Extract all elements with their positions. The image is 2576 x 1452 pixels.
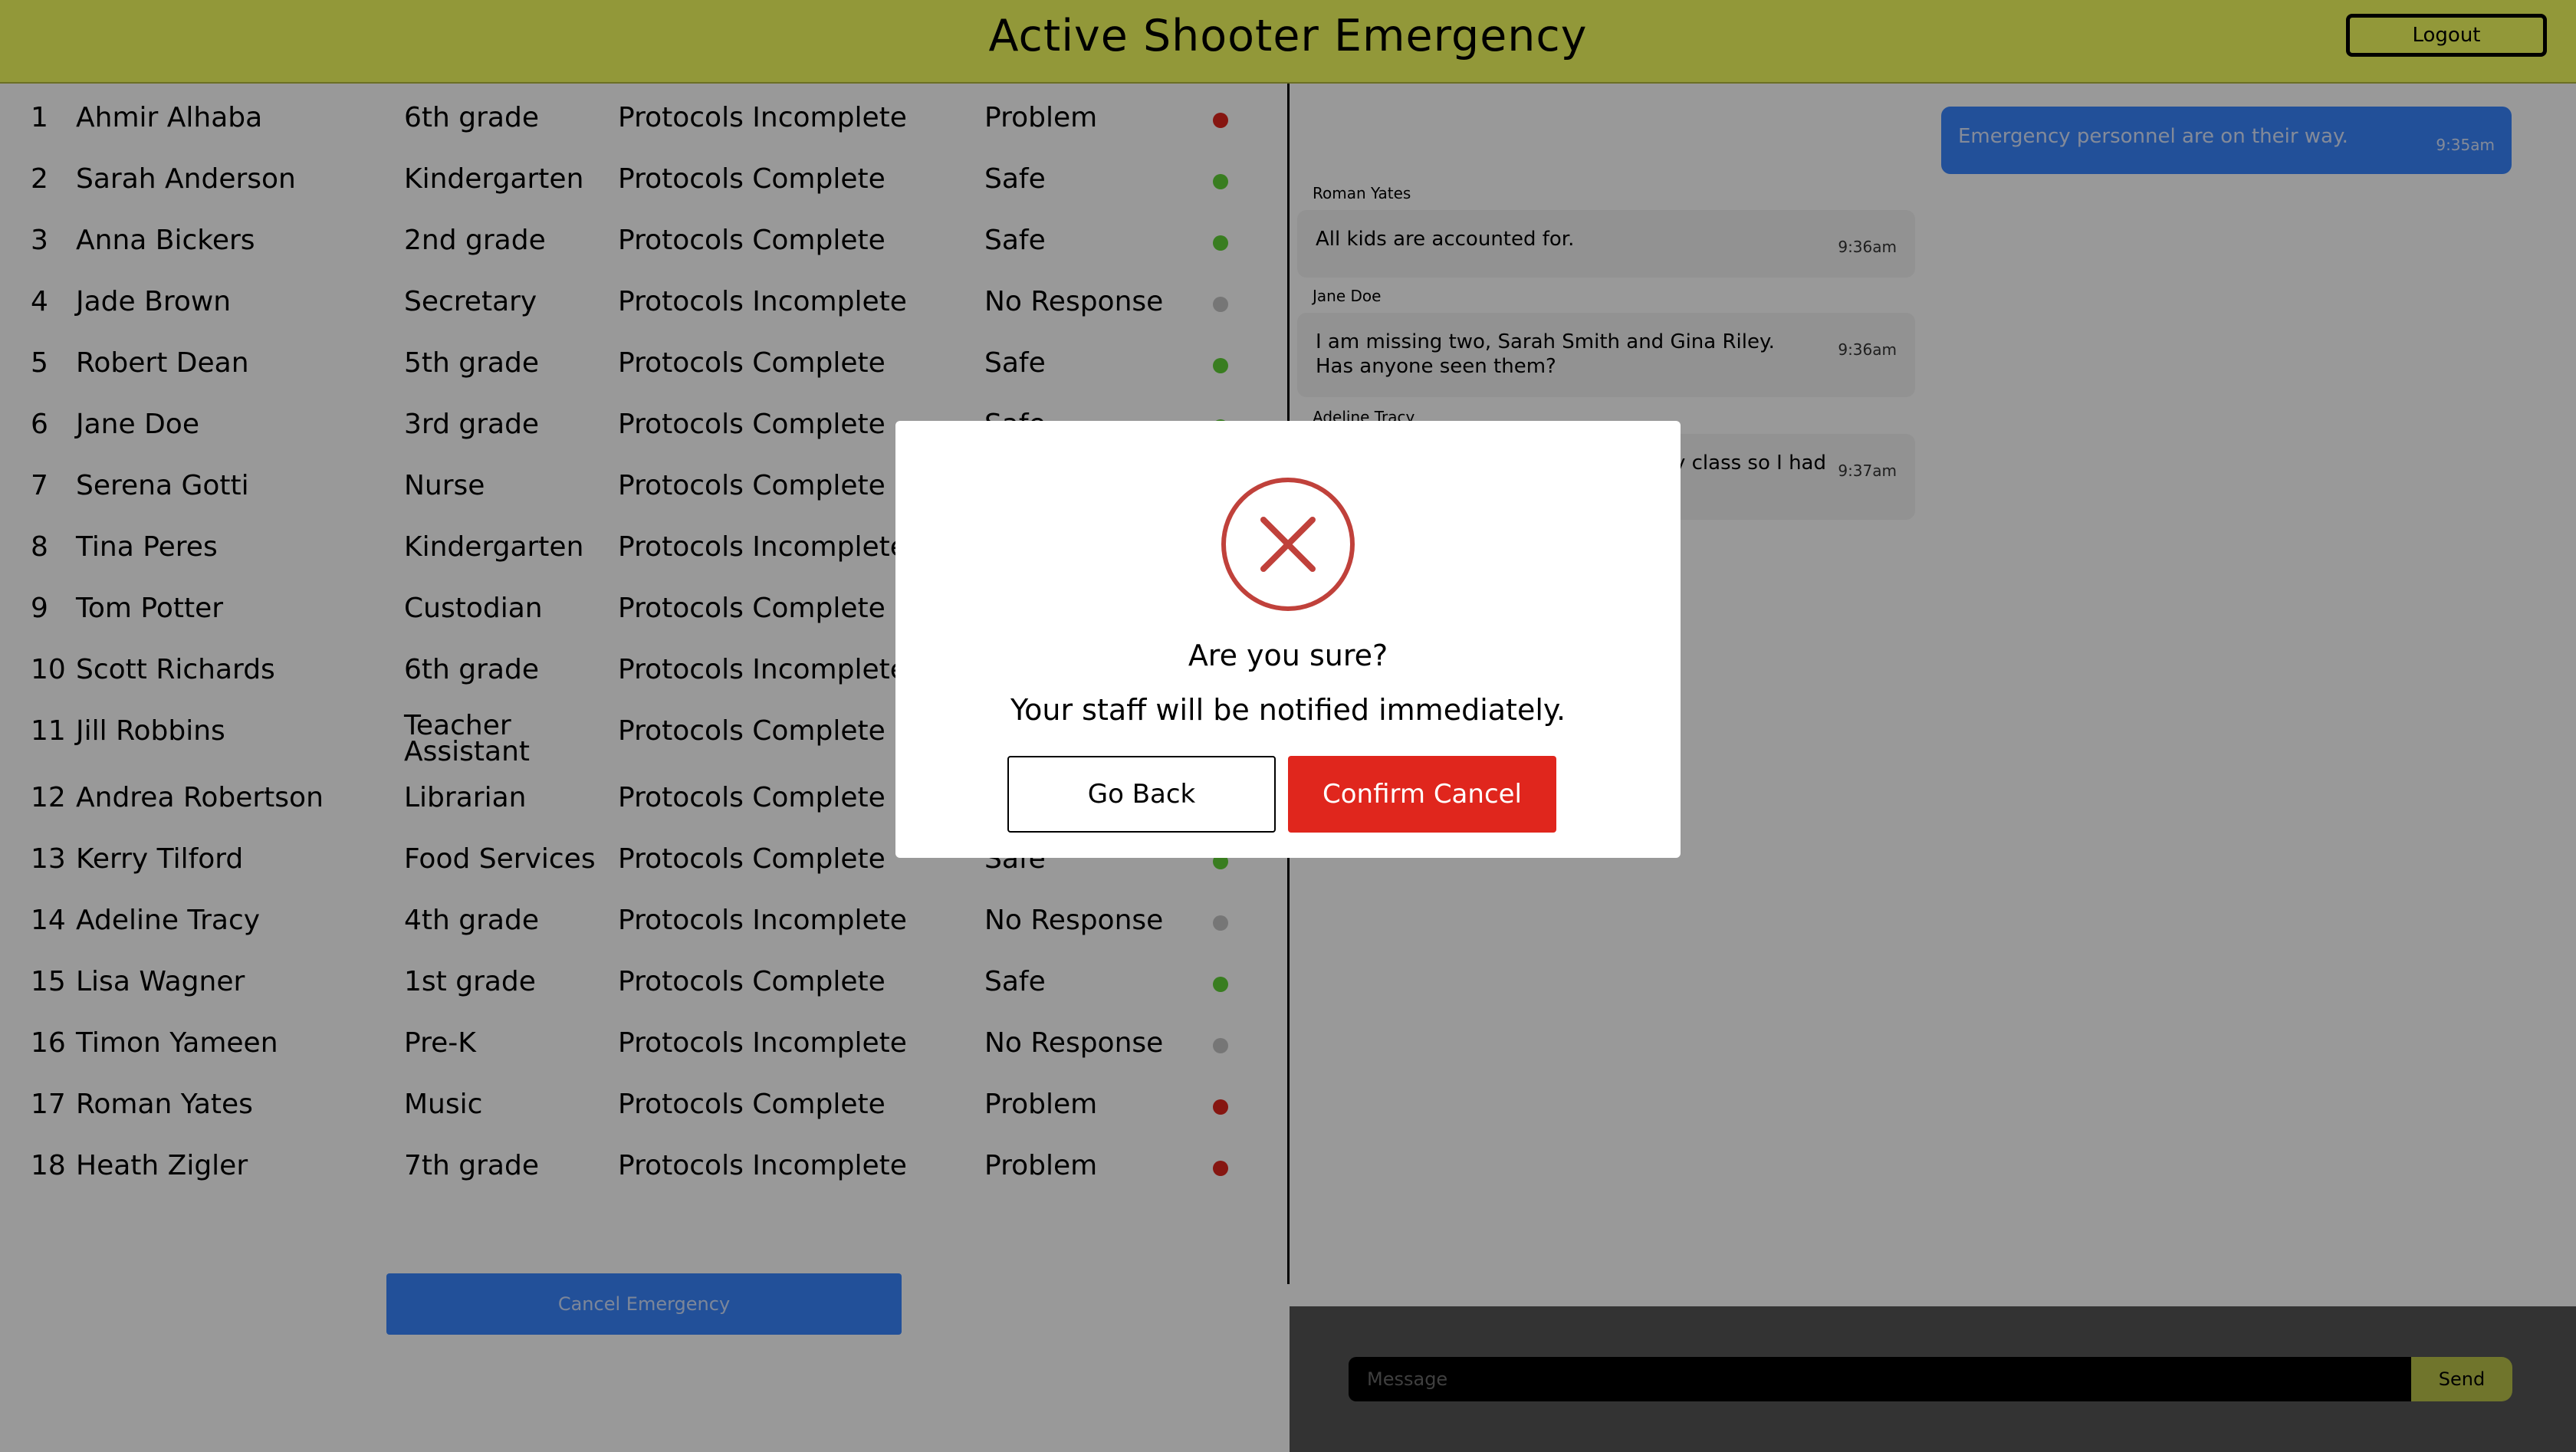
- dialog-message: Your staff will be notified immediately.: [1010, 693, 1566, 727]
- confirm-cancel-dialog: Are you sure? Your staff will be notifie…: [895, 421, 1681, 858]
- go-back-button[interactable]: Go Back: [1007, 756, 1276, 833]
- close-circle-icon: [1221, 478, 1355, 611]
- dialog-title: Are you sure?: [1188, 639, 1388, 672]
- confirm-cancel-button[interactable]: Confirm Cancel: [1288, 756, 1556, 833]
- header-dim-overlay: [0, 0, 2576, 84]
